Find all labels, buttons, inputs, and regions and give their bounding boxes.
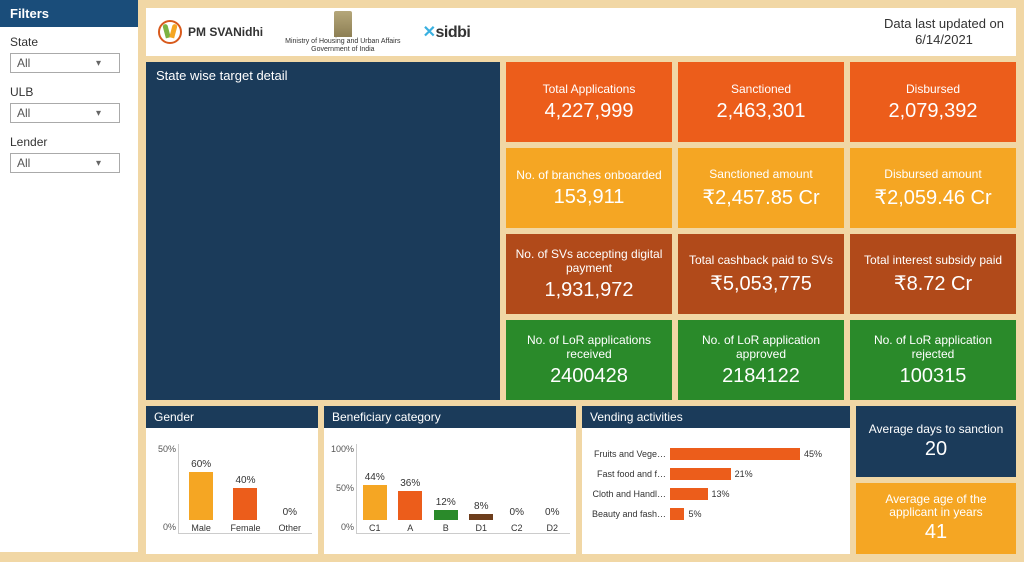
bar: 12%B (434, 497, 458, 533)
kpi-avg-days: Average days to sanction 20 (856, 406, 1016, 477)
ministry-logo: Ministry of Housing and Urban AffairsGov… (285, 11, 400, 54)
gender-chart-title: Gender (146, 406, 318, 428)
sidbi-logo: ✕sidbi (423, 22, 471, 42)
bar: 60%Male (189, 459, 213, 533)
state-panel-title: State wise target detail (156, 68, 490, 83)
bar: 44%C1 (363, 472, 387, 533)
filter-ulb-value: All (17, 106, 30, 120)
hbar-row: Fruits and Vege…45% (588, 448, 844, 460)
kpi-disbursed-amount: Disbursed amount₹2,059.46 Cr (850, 148, 1016, 228)
kpi-grid: Total Applications4,227,999 Sanctioned2,… (506, 62, 1016, 400)
vending-chart: Vending activities Fruits and Vege…45% Fa… (582, 406, 850, 554)
filter-ulb: ULB All ▾ (0, 77, 138, 127)
bar: 36%A (398, 478, 422, 533)
pm-svanidhi-label: PM SVANidhi (188, 25, 263, 39)
pm-svanidhi-icon (158, 20, 182, 44)
kpi-lor-rejected: No. of LoR application rejected100315 (850, 320, 1016, 400)
kpi-sv-digital: No. of SVs accepting digital payment1,93… (506, 234, 672, 314)
bar: 8%D1 (469, 501, 493, 533)
kpi-cashback: Total cashback paid to SVs₹5,053,775 (678, 234, 844, 314)
pm-svanidhi-logo: PM SVANidhi (158, 20, 263, 44)
bar: 40%Female (233, 475, 257, 533)
hbar-row: Beauty and fash…5% (588, 508, 844, 520)
sidbi-x-icon: ✕ (423, 24, 436, 41)
gender-chart: Gender 50%0%60%Male40%Female0%Other (146, 406, 318, 554)
kpi-lor-received: No. of LoR applications received2400428 (506, 320, 672, 400)
kpi-total-applications: Total Applications4,227,999 (506, 62, 672, 142)
beneficiary-chart-title: Beneficiary category (324, 406, 576, 428)
state-wise-panel: State wise target detail (146, 62, 500, 400)
beneficiary-chart: Beneficiary category 100%50%0%44%C136%A1… (324, 406, 576, 554)
bar: 0%Other (278, 507, 302, 533)
filter-state-select[interactable]: All ▾ (10, 53, 120, 73)
filter-lender-label: Lender (10, 135, 128, 149)
filters-title: Filters (0, 0, 138, 27)
chevron-down-icon: ▾ (96, 158, 101, 169)
bar: 0%C2 (505, 507, 529, 533)
sidbi-text: sidbi (435, 24, 470, 41)
data-updated-label: Data last updated on (884, 16, 1004, 32)
filter-ulb-select[interactable]: All ▾ (10, 103, 120, 123)
kpi-lor-approved: No. of LoR application approved2184122 (678, 320, 844, 400)
vending-chart-title: Vending activities (582, 406, 850, 428)
filter-lender-value: All (17, 156, 30, 170)
filter-state-value: All (17, 56, 30, 70)
filter-ulb-label: ULB (10, 85, 128, 99)
filter-state-label: State (10, 35, 128, 49)
data-updated-date: 6/14/2021 (884, 32, 1004, 48)
chevron-down-icon: ▾ (96, 108, 101, 119)
kpi-interest: Total interest subsidy paid₹8.72 Cr (850, 234, 1016, 314)
kpi-disbursed: Disbursed2,079,392 (850, 62, 1016, 142)
kpi-sanctioned: Sanctioned2,463,301 (678, 62, 844, 142)
filter-lender: Lender All ▾ (0, 127, 138, 177)
hbar-row: Fast food and f…21% (588, 468, 844, 480)
kpi-sanctioned-amount: Sanctioned amount₹2,457.85 Cr (678, 148, 844, 228)
filter-sidebar: Filters State All ▾ ULB All ▾ Lender All… (0, 0, 138, 552)
filter-lender-select[interactable]: All ▾ (10, 153, 120, 173)
bar: 0%D2 (540, 507, 564, 533)
filter-state: State All ▾ (0, 27, 138, 77)
ministry-label: Ministry of Housing and Urban AffairsGov… (285, 38, 400, 54)
header-bar: PM SVANidhi Ministry of Housing and Urba… (146, 8, 1016, 56)
hbar-row: Cloth and Handl…13% (588, 488, 844, 500)
kpi-avg-age: Average age of the applicant in years 41 (856, 483, 1016, 554)
data-updated: Data last updated on 6/14/2021 (884, 16, 1004, 48)
emblem-icon (334, 11, 352, 37)
chevron-down-icon: ▾ (96, 58, 101, 69)
kpi-branches: No. of branches onboarded153,911 (506, 148, 672, 228)
